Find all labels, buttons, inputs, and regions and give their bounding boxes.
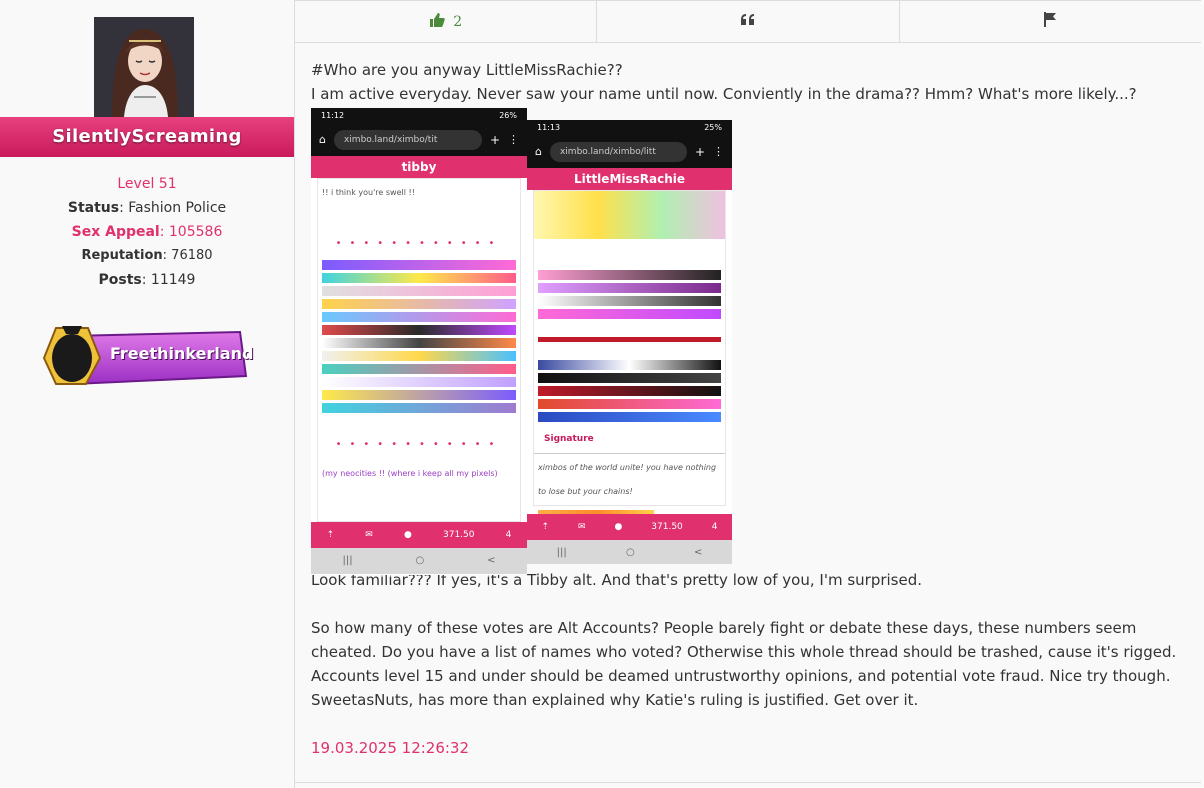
phone-url-bar-2: ⌂ ximbo.land/ximbo/litt + ⋮ (527, 136, 732, 168)
post-line-2: I am active everyday. Never saw your nam… (311, 85, 1137, 103)
thumbs-up-icon (429, 12, 445, 32)
username[interactable]: SilentlyScreaming (0, 117, 294, 157)
plus-icon: + (694, 145, 705, 159)
more-icon: ⋮ (508, 133, 519, 146)
screenshot-littlemissrachie[interactable]: 11:13 25% ⌂ ximbo.land/ximbo/litt + ⋮ Lit… (527, 120, 732, 564)
stamp-grid (318, 251, 520, 422)
signature-text: ximbos of the world unite! you have noth… (538, 463, 717, 496)
profile-content: !! i think you're swell !! •••••••••••• (317, 178, 521, 522)
user-level: Level 51 (117, 176, 177, 192)
comment-text: !! i think you're swell !! (322, 188, 415, 197)
image-grid (534, 191, 725, 239)
post-area: 2 #Who are you anyway LittleMissRachie??… (295, 0, 1201, 788)
embedded-screenshots: 11:12 26% ⌂ ximbo.land/ximbo/tit + ⋮ tibb… (311, 108, 1191, 575)
url-pill: ximbo.land/ximbo/tit (333, 130, 482, 150)
signature-title: Signature (534, 425, 725, 454)
user-avatar[interactable] (94, 17, 194, 117)
post-line-1: #Who are you anyway LittleMissRachie?? (311, 61, 623, 79)
report-button[interactable] (900, 1, 1201, 42)
url-pill-2: ximbo.land/ximbo/litt (549, 142, 687, 162)
post-para-3: So how many of these votes are Alt Accou… (311, 619, 1177, 709)
post-body: #Who are you anyway LittleMissRachie?? I… (311, 58, 1191, 760)
stamp-grid-2 (534, 239, 725, 319)
red-divider (538, 337, 721, 342)
flag-icon (1043, 12, 1057, 31)
quote-button[interactable] (597, 1, 900, 42)
post-action-bar: 2 (295, 0, 1201, 43)
site-nav: tibby (311, 156, 527, 178)
user-reputation: Reputation: 76180 (81, 248, 213, 263)
user-sex-appeal: Sex Appeal: 105586 (71, 224, 223, 240)
post-divider (295, 782, 1201, 783)
more-icon: ⋮ (713, 145, 724, 158)
user-posts: Posts: 11149 (98, 272, 196, 288)
like-button[interactable]: 2 (295, 1, 598, 42)
home-icon: ⌂ (319, 133, 326, 146)
phone-footer-2: ⇡ ✉ ● 371.50 4 (527, 514, 732, 540)
user-sidebar: SilentlyScreaming Level 51 Status: Fashi… (0, 0, 295, 788)
system-nav: ||| ○ < (311, 548, 527, 574)
avatar-image (94, 17, 194, 117)
like-count: 2 (453, 13, 463, 30)
phone-url-bar: ⌂ ximbo.land/ximbo/tit + ⋮ (311, 124, 527, 156)
plus-icon: + (489, 133, 500, 147)
stamp-grid-3 (534, 360, 725, 422)
dot-divider-2: •••••••••••• (335, 439, 503, 450)
neocities-text: (my neocities !! (where i keep all my pi… (322, 469, 498, 478)
user-stats: Level 51 Status: Fashion Police Sex Appe… (0, 172, 294, 292)
phone-status-bar: 11:12 26% (311, 108, 527, 124)
dot-divider: •••••••••••• (335, 238, 503, 249)
post-timestamp[interactable]: 19.03.2025 12:26:32 (311, 736, 1191, 760)
user-status: Status: Fashion Police (67, 200, 227, 216)
system-nav-2: ||| ○ < (527, 540, 732, 564)
badge-label: Freethinkerland (110, 344, 254, 363)
quote-icon (740, 13, 755, 30)
phone-status-bar-2: 11:13 25% (527, 120, 732, 136)
home-icon: ⌂ (535, 145, 542, 158)
freethinkerland-badge[interactable]: Freethinkerland (40, 318, 254, 388)
phone-footer: ⇡ ✉ ● 371.50 4 (311, 522, 527, 548)
screenshot-tibby[interactable]: 11:12 26% ⌂ ximbo.land/ximbo/tit + ⋮ tibb… (311, 108, 527, 575)
profile-content-2: Signature ximbos of the world unite! you… (533, 190, 726, 530)
site-nav-2: LittleMissRachie (527, 168, 732, 190)
